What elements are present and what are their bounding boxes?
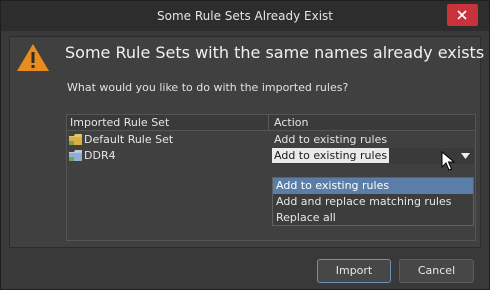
dropdown-option[interactable]: Replace all	[273, 210, 473, 226]
warning-icon	[17, 44, 49, 71]
close-icon	[457, 10, 467, 20]
rule-set-name: DDR4	[84, 149, 116, 162]
close-button[interactable]	[447, 4, 478, 26]
rule-set-action[interactable]: Add to existing rules	[274, 133, 387, 146]
table-header: Imported Rule Set Action	[67, 115, 475, 131]
column-header-action[interactable]: Action	[274, 116, 308, 129]
message-headline: Some Rule Sets with the same names alrea…	[65, 43, 485, 62]
table-row[interactable]: DDR4 Add to existing rules	[67, 148, 475, 164]
title-bar[interactable]: Some Rule Sets Already Exist	[1, 1, 489, 31]
folder-icon	[69, 150, 82, 161]
action-dropdown-list: Add to existing rules Add and replace ma…	[272, 177, 474, 226]
dropdown-option[interactable]: Add and replace matching rules	[273, 194, 473, 210]
table-row[interactable]: Default Rule Set Add to existing rules	[67, 132, 475, 148]
message-question: What would you like to do with the impor…	[67, 81, 349, 94]
folder-icon	[69, 134, 82, 145]
dialog-title: Some Rule Sets Already Exist	[156, 9, 333, 23]
import-button[interactable]: Import	[317, 259, 391, 283]
dialog-window: Some Rule Sets Already Exist Some Rule S…	[0, 0, 490, 290]
rule-sets-table: Imported Rule Set Action Default Rule Se…	[66, 114, 476, 241]
column-separator[interactable]	[268, 115, 269, 130]
dialog-content: Some Rule Sets with the same names alrea…	[9, 36, 485, 248]
dropdown-option[interactable]: Add to existing rules	[273, 178, 473, 194]
cancel-button[interactable]: Cancel	[399, 259, 474, 283]
chevron-down-icon[interactable]	[461, 153, 470, 159]
rule-set-name: Default Rule Set	[84, 133, 174, 146]
column-header-imported-rule-set[interactable]: Imported Rule Set	[70, 116, 169, 129]
action-select-value[interactable]: Add to existing rules	[272, 148, 390, 163]
mouse-pointer-icon	[441, 151, 455, 171]
